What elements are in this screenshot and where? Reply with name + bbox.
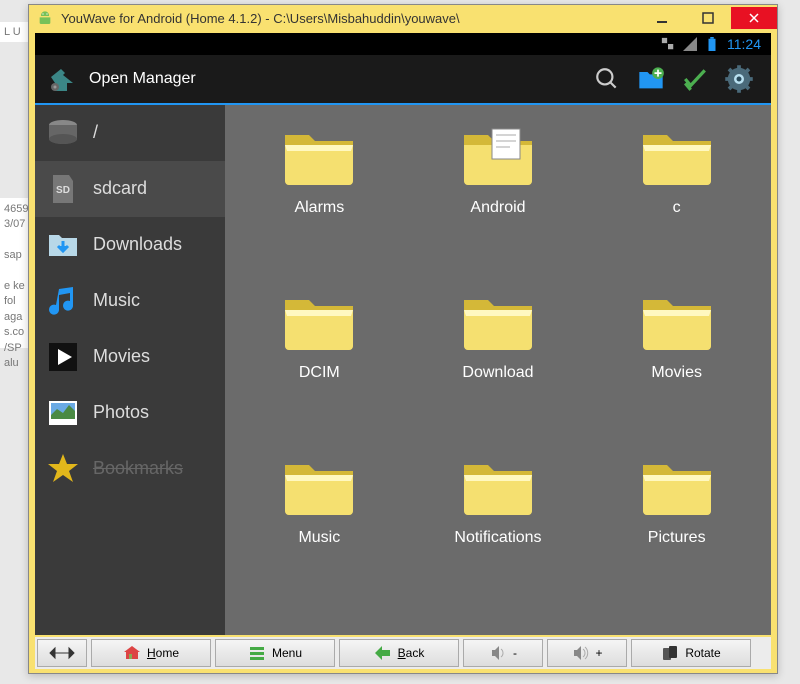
home-button[interactable]: Home bbox=[91, 639, 211, 667]
android-icon bbox=[37, 10, 53, 26]
disk-icon bbox=[45, 115, 81, 151]
vol-plus-label: + bbox=[595, 646, 602, 660]
status-bar[interactable]: 11:24 bbox=[35, 33, 771, 55]
folder-icon bbox=[637, 286, 717, 354]
folder-android[interactable]: Android bbox=[414, 121, 583, 276]
android-screen: 11:24 Open Manager / SD sdcard bbox=[35, 33, 771, 635]
check-button[interactable] bbox=[675, 59, 715, 99]
window-title: YouWave for Android (Home 4.1.2) - C:\Us… bbox=[61, 11, 639, 26]
minimize-button[interactable] bbox=[639, 7, 685, 29]
folder-pictures[interactable]: Pictures bbox=[592, 451, 761, 606]
folder-c[interactable]: c bbox=[592, 121, 761, 276]
signal-icon bbox=[683, 37, 697, 51]
vol-minus-label: - bbox=[513, 646, 517, 660]
bottom-toolbar: Home Menu Back - + Rotate bbox=[35, 637, 771, 669]
sidebar-item-music[interactable]: Music bbox=[35, 273, 225, 329]
rotate-label: Rotate bbox=[685, 646, 720, 660]
sidebar-item-label: Photos bbox=[93, 403, 149, 423]
sidebar-item-root[interactable]: / bbox=[35, 105, 225, 161]
folder-movies[interactable]: Movies bbox=[592, 286, 761, 441]
folder-alarms[interactable]: Alarms bbox=[235, 121, 404, 276]
folder-notifications[interactable]: Notifications bbox=[414, 451, 583, 606]
menu-label: Menu bbox=[272, 646, 302, 660]
folder-label: DCIM bbox=[299, 364, 340, 382]
sidebar-item-label: Bookmarks bbox=[93, 459, 183, 479]
sidebar-item-label: Music bbox=[93, 291, 140, 311]
folder-music[interactable]: Music bbox=[235, 451, 404, 606]
folder-download[interactable]: Download bbox=[414, 286, 583, 441]
titlebar: YouWave for Android (Home 4.1.2) - C:\Us… bbox=[29, 5, 777, 31]
volume-down-button[interactable]: - bbox=[463, 639, 543, 667]
resize-button[interactable] bbox=[37, 639, 87, 667]
sd-icon: SD bbox=[45, 171, 81, 207]
search-button[interactable] bbox=[587, 59, 627, 99]
folder-label: Notifications bbox=[454, 529, 541, 547]
folder-label: Download bbox=[462, 364, 533, 382]
folder-icon bbox=[637, 121, 717, 189]
sidebar-item-sdcard[interactable]: SD sdcard bbox=[35, 161, 225, 217]
menu-button[interactable]: Menu bbox=[215, 639, 335, 667]
sidebar-item-label: Downloads bbox=[93, 235, 182, 255]
bg-fragment: 46593/07sape kefolagas.co/SPalu bbox=[0, 198, 30, 348]
svg-text:SD: SD bbox=[56, 185, 70, 196]
music-icon bbox=[45, 283, 81, 319]
close-button[interactable] bbox=[731, 7, 777, 29]
window-controls bbox=[639, 7, 777, 29]
content-area: / SD sdcard Downloads Music Movies bbox=[35, 105, 771, 635]
sidebar-item-label: sdcard bbox=[93, 179, 147, 199]
folder-icon bbox=[458, 451, 538, 519]
sidebar-item-photos[interactable]: Photos bbox=[35, 385, 225, 441]
battery-icon bbox=[705, 37, 719, 51]
star-icon bbox=[45, 451, 81, 487]
app-title: Open Manager bbox=[89, 70, 583, 88]
maximize-button[interactable] bbox=[685, 7, 731, 29]
back-label-u: B bbox=[398, 646, 406, 660]
folder-label: c bbox=[673, 199, 681, 217]
sidebar-item-downloads[interactable]: Downloads bbox=[35, 217, 225, 273]
app-window: YouWave for Android (Home 4.1.2) - C:\Us… bbox=[28, 4, 778, 674]
rotate-icon bbox=[661, 644, 679, 662]
home-label: ome bbox=[156, 646, 179, 660]
folder-grid: Alarms Android c DCIM Download bbox=[225, 105, 771, 635]
folder-icon bbox=[279, 286, 359, 354]
sidebar-item-bookmarks[interactable]: Bookmarks bbox=[35, 441, 225, 497]
sidebar-item-movies[interactable]: Movies bbox=[35, 329, 225, 385]
folder-icon bbox=[637, 451, 717, 519]
back-button[interactable]: Back bbox=[339, 639, 459, 667]
folder-label: Music bbox=[298, 529, 340, 547]
folder-icon bbox=[279, 451, 359, 519]
folder-label: Android bbox=[470, 199, 525, 217]
sidebar-item-label: Movies bbox=[93, 347, 150, 367]
bg-fragment: L U bbox=[0, 22, 30, 42]
speaker-icon bbox=[489, 644, 507, 662]
new-folder-button[interactable] bbox=[631, 59, 671, 99]
volume-up-button[interactable]: + bbox=[547, 639, 627, 667]
download-icon bbox=[45, 227, 81, 263]
folder-icon bbox=[458, 286, 538, 354]
app-icon bbox=[47, 63, 79, 95]
folder-label: Movies bbox=[651, 364, 702, 382]
folder-dcim[interactable]: DCIM bbox=[235, 286, 404, 441]
action-bar: Open Manager bbox=[35, 55, 771, 105]
folder-doc-icon bbox=[458, 121, 538, 189]
sidebar-item-label: / bbox=[93, 123, 98, 143]
folder-label: Alarms bbox=[294, 199, 344, 217]
back-label: ack bbox=[406, 646, 425, 660]
photo-icon bbox=[45, 395, 81, 431]
home-icon bbox=[123, 644, 141, 662]
sidebar: / SD sdcard Downloads Music Movies bbox=[35, 105, 225, 635]
play-icon bbox=[45, 339, 81, 375]
folder-icon bbox=[279, 121, 359, 189]
menu-icon bbox=[248, 644, 266, 662]
home-label-u: H bbox=[147, 646, 156, 660]
clock: 11:24 bbox=[727, 36, 761, 52]
rotate-button[interactable]: Rotate bbox=[631, 639, 751, 667]
settings-button[interactable] bbox=[719, 59, 759, 99]
folder-label: Pictures bbox=[648, 529, 706, 547]
speaker-icon bbox=[571, 644, 589, 662]
network-icon bbox=[661, 37, 675, 51]
back-icon bbox=[374, 644, 392, 662]
